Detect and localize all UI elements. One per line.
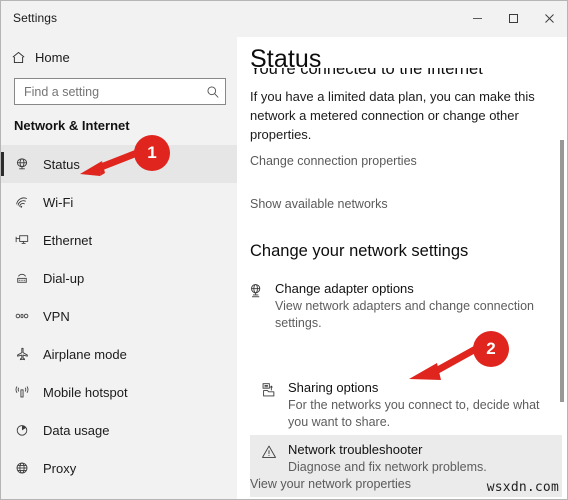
network-adapter-icon [237, 280, 275, 332]
option-subtitle: Diagnose and fix network problems. [288, 460, 487, 474]
sidebar-item-label: Ethernet [43, 232, 93, 248]
sidebar-item-data-usage[interactable]: Data usage [1, 411, 237, 449]
annotation-badge-2: 2 [473, 331, 509, 367]
option-text: Sharing options For the networks you con… [288, 379, 562, 431]
wifi-icon [1, 194, 43, 210]
sidebar: Home Network & Internet [1, 37, 237, 499]
watermark: wsxdn.com [486, 480, 559, 495]
connection-status-text: You're connected to the Internet [250, 68, 483, 78]
option-text: Change adapter options View network adap… [275, 280, 549, 332]
sidebar-item-mobile-hotspot[interactable]: Mobile hotspot [1, 373, 237, 411]
airplane-icon [1, 346, 43, 362]
dialup-icon [1, 270, 43, 286]
ethernet-icon [1, 232, 43, 248]
sidebar-item-label: Dial-up [43, 270, 85, 286]
sidebar-nav-list: Status Wi-Fi Ethernet Dial-up VPN Airpla… [1, 145, 237, 487]
content-scrollbar-thumb[interactable] [560, 140, 564, 402]
accent-placeholder [1, 190, 4, 214]
sidebar-item-vpn[interactable]: VPN [1, 297, 237, 335]
link-view-network-properties[interactable]: View your network properties [250, 477, 411, 491]
sidebar-item-status[interactable]: Status [1, 145, 237, 183]
annotation-badge-number: 1 [147, 143, 157, 162]
sidebar-item-label: Status [43, 156, 80, 172]
annotation-badge-1: 1 [134, 135, 170, 171]
sidebar-item-dialup[interactable]: Dial-up [1, 259, 237, 297]
window-title: Settings [13, 11, 58, 25]
content-pane: Status You're connected to the Internet … [237, 37, 567, 499]
selected-accent-bar [1, 152, 4, 176]
sidebar-item-label: Proxy [43, 460, 77, 476]
link-change-connection-properties[interactable]: Change connection properties [250, 154, 417, 168]
link-show-available-networks[interactable]: Show available networks [250, 197, 388, 211]
sidebar-item-wifi[interactable]: Wi-Fi [1, 183, 237, 221]
accent-placeholder [1, 228, 4, 252]
option-text: Network troubleshooter Diagnose and fix … [288, 441, 493, 476]
sidebar-item-ethernet[interactable]: Ethernet [1, 221, 237, 259]
sidebar-item-label: Wi-Fi [43, 194, 74, 210]
maximize-button[interactable] [495, 1, 531, 35]
sidebar-item-airplane-mode[interactable]: Airplane mode [1, 335, 237, 373]
accent-placeholder [1, 266, 4, 290]
option-title: Change adapter options [275, 281, 414, 296]
option-network-troubleshooter[interactable]: Network troubleshooter Diagnose and fix … [250, 441, 562, 476]
vpn-icon [1, 308, 43, 324]
home-icon [1, 50, 35, 65]
option-title: Network troubleshooter [288, 442, 423, 457]
accent-placeholder [1, 418, 4, 442]
sidebar-item-home[interactable]: Home [1, 41, 237, 73]
accent-placeholder [1, 342, 4, 366]
search-input[interactable] [15, 84, 201, 99]
warning-triangle-icon [250, 441, 288, 476]
option-sharing-options[interactable]: Sharing options For the networks you con… [250, 379, 562, 431]
option-subtitle: For the networks you connect to, decide … [288, 398, 540, 429]
window-controls [459, 1, 567, 35]
accent-placeholder [1, 304, 4, 328]
annotation-badge-number: 2 [486, 339, 496, 358]
hotspot-icon [1, 384, 43, 400]
sharing-folder-icon [250, 379, 288, 431]
sidebar-item-label: Data usage [43, 422, 110, 438]
data-usage-pie-icon [1, 422, 43, 438]
change-network-settings-heading: Change your network settings [250, 242, 469, 260]
title-bar: Settings [1, 1, 567, 37]
sidebar-item-label: Airplane mode [43, 346, 127, 362]
metered-connection-paragraph: If you have a limited data plan, you can… [250, 89, 535, 142]
connection-status-heading: You're connected to the Internet [250, 68, 550, 82]
option-change-adapter-options[interactable]: Change adapter options View network adap… [237, 280, 549, 332]
search-icon[interactable] [201, 85, 225, 99]
sidebar-section-title: Network & Internet [14, 118, 130, 133]
settings-window: Settings Home Find a setting Network & I… [0, 0, 568, 500]
accent-placeholder [1, 380, 4, 404]
proxy-globe-icon [1, 460, 43, 476]
minimize-button[interactable] [459, 1, 495, 35]
sidebar-item-label: Mobile hotspot [43, 384, 128, 400]
close-button[interactable] [531, 1, 567, 35]
option-subtitle: View network adapters and change connect… [275, 299, 534, 330]
home-label: Home [35, 49, 70, 65]
status-globe-icon [1, 156, 43, 172]
sidebar-item-proxy[interactable]: Proxy [1, 449, 237, 487]
search-box[interactable] [14, 78, 226, 105]
sidebar-item-label: VPN [43, 308, 70, 324]
accent-placeholder [1, 456, 4, 480]
option-title: Sharing options [288, 380, 379, 395]
